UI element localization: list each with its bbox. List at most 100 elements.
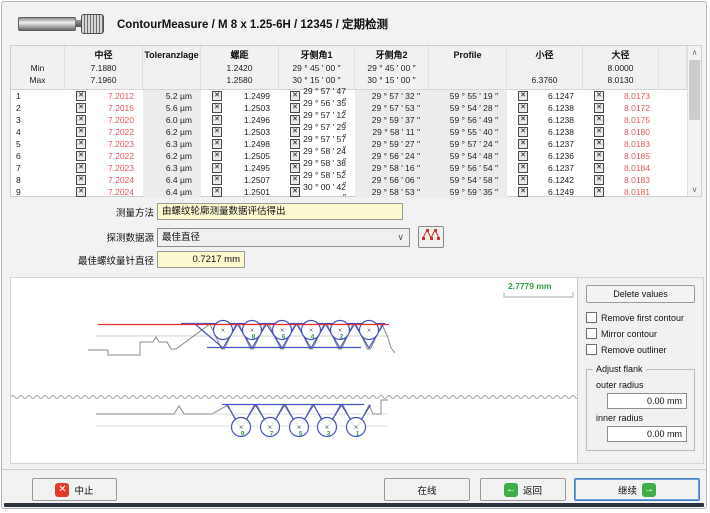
table-cell: 8 [11, 174, 65, 186]
remove-outliner-checkbox[interactable]: Remove outliner [586, 344, 695, 355]
cell-value: 7.2020 [86, 115, 143, 125]
column-title: Profile [429, 49, 506, 62]
cell-value: 6.1238 [528, 115, 583, 125]
checked-checkbox-icon[interactable]: ✕ [212, 103, 222, 113]
checked-checkbox-icon[interactable]: ✕ [212, 115, 222, 125]
back-button[interactable]: ←返回 [480, 478, 566, 501]
column-header-filler [659, 46, 687, 90]
probe-source-dropdown[interactable]: 最佳直径∨ [157, 228, 410, 247]
row-filler [659, 126, 687, 138]
scrollbar-thumb[interactable] [689, 60, 700, 120]
column-header[interactable]: 小径6.3760 [507, 46, 583, 90]
chevron-down-icon: ∨ [397, 229, 404, 246]
table-cell: 5.2 µm [143, 90, 201, 102]
checked-checkbox-icon[interactable]: ✕ [290, 139, 300, 149]
table-cell: ✕1.2496 [201, 114, 279, 126]
table-cell: 6.3 µm [143, 162, 201, 174]
checked-checkbox-icon[interactable]: ✕ [594, 91, 604, 101]
checked-checkbox-icon[interactable]: ✕ [594, 115, 604, 125]
cell-value: 6.4 µm [143, 175, 201, 185]
cell-value: 6.2 µm [143, 151, 201, 161]
measurement-method-field[interactable]: 由螺纹轮廓测量数据评估得出 [157, 203, 403, 220]
checkbox-label: Remove first contour [601, 313, 684, 323]
checked-checkbox-icon[interactable]: ✕ [212, 187, 222, 197]
checked-checkbox-icon[interactable]: ✕ [212, 175, 222, 185]
checked-checkbox-icon[interactable]: ✕ [290, 115, 300, 125]
checked-checkbox-icon[interactable]: ✕ [212, 127, 222, 137]
checked-checkbox-icon[interactable]: ✕ [290, 127, 300, 137]
checked-checkbox-icon[interactable]: ✕ [290, 91, 300, 101]
checked-checkbox-icon[interactable]: ✕ [518, 127, 528, 137]
checked-checkbox-icon[interactable]: ✕ [212, 139, 222, 149]
cell-value: 29 ° 56 ' 24 ″ [355, 151, 429, 161]
checked-checkbox-icon[interactable]: ✕ [518, 163, 528, 173]
checked-checkbox-icon[interactable]: ✕ [76, 175, 86, 185]
checked-checkbox-icon[interactable]: ✕ [76, 151, 86, 161]
cell-value: 8.0181 [604, 187, 659, 197]
column-header[interactable]: Profile [429, 46, 507, 90]
table-scrollbar[interactable]: ∧ ∨ [687, 46, 701, 196]
checked-checkbox-icon[interactable]: ✕ [594, 175, 604, 185]
wire-diameter-field[interactable]: 0.7217 mm [157, 251, 245, 268]
continue-button[interactable]: 继续→ [574, 478, 700, 501]
checked-checkbox-icon[interactable]: ✕ [290, 175, 300, 185]
checked-checkbox-icon[interactable]: ✕ [518, 103, 528, 113]
column-header[interactable]: 牙侧角129 ° 45 ' 00 ″30 ° 15 ' 00 ″ [279, 46, 355, 90]
checked-checkbox-icon[interactable]: ✕ [76, 163, 86, 173]
cell-value: 8.0173 [604, 91, 659, 101]
cell-value: 59 ° 55 ' 19 ″ [429, 91, 507, 101]
row-filler [659, 150, 687, 162]
table-cell: 59 ° 54 ' 58 ″ [429, 174, 507, 186]
scroll-up-icon[interactable]: ∧ [688, 46, 701, 59]
online-button[interactable]: 在线 [384, 478, 470, 501]
column-header[interactable]: 牙侧角229 ° 45 ' 00 ″30 ° 15 ' 00 ″ [355, 46, 429, 90]
checked-checkbox-icon[interactable]: ✕ [518, 115, 528, 125]
column-header[interactable]: 大径8.00008.0130 [583, 46, 659, 90]
wire-diameter-label: 最佳螺纹量针直径 [22, 253, 154, 267]
checked-checkbox-icon[interactable]: ✕ [212, 151, 222, 161]
checked-checkbox-icon[interactable]: ✕ [518, 151, 528, 161]
delete-values-button[interactable]: Delete values [586, 285, 695, 303]
checked-checkbox-icon[interactable]: ✕ [76, 127, 86, 137]
checked-checkbox-icon[interactable]: ✕ [594, 103, 604, 113]
checked-checkbox-icon[interactable]: ✕ [594, 187, 604, 197]
abort-button[interactable]: ✕中止 [32, 478, 117, 501]
checked-checkbox-icon[interactable]: ✕ [290, 187, 300, 197]
checked-checkbox-icon[interactable]: ✕ [594, 163, 604, 173]
checked-checkbox-icon[interactable]: ✕ [76, 187, 86, 197]
checked-checkbox-icon[interactable]: ✕ [76, 91, 86, 101]
checked-checkbox-icon[interactable]: ✕ [76, 115, 86, 125]
cell-value: 59 ° 56 ' 54 ″ [429, 163, 507, 173]
checked-checkbox-icon[interactable]: ✕ [76, 139, 86, 149]
table-cell: ✕1.2503 [201, 102, 279, 114]
inner-radius-input[interactable]: 0.00 mm [607, 426, 687, 442]
probe-visualization-button[interactable] [418, 226, 444, 248]
checked-checkbox-icon[interactable]: ✕ [290, 103, 300, 113]
checked-checkbox-icon[interactable]: ✕ [518, 139, 528, 149]
outer-radius-input[interactable]: 0.00 mm [607, 393, 687, 409]
column-header[interactable]: 中径7.18807.1960 [65, 46, 143, 90]
checked-checkbox-icon[interactable]: ✕ [594, 127, 604, 137]
column-header[interactable]: 螺距1.24201.2580 [201, 46, 279, 90]
table-cell: 6.3 µm [143, 138, 201, 150]
checked-checkbox-icon[interactable]: ✕ [290, 163, 300, 173]
column-limit: 29 ° 45 ' 00 ″ [279, 62, 354, 74]
cell-value: 1.2496 [222, 115, 279, 125]
wire-number-label: 3 [327, 431, 331, 438]
checked-checkbox-icon[interactable]: ✕ [518, 187, 528, 197]
adjust-flank-group: Adjust flank outer radius 0.00 mm inner … [586, 364, 695, 451]
checked-checkbox-icon[interactable]: ✕ [518, 175, 528, 185]
checked-checkbox-icon[interactable]: ✕ [212, 91, 222, 101]
checked-checkbox-icon[interactable]: ✕ [594, 151, 604, 161]
scroll-down-icon[interactable]: ∨ [688, 183, 701, 196]
column-header[interactable]: Toleranzlage [143, 46, 201, 90]
column-header[interactable]: MinMax [11, 46, 65, 90]
checked-checkbox-icon[interactable]: ✕ [518, 91, 528, 101]
checked-checkbox-icon[interactable]: ✕ [212, 163, 222, 173]
table-row[interactable]: 9✕7.20246.4 µm✕1.2501✕30 ° 00 ' 42 ″29 °… [11, 186, 687, 198]
mirror-contour-checkbox[interactable]: Mirror contour [586, 328, 695, 339]
checked-checkbox-icon[interactable]: ✕ [290, 151, 300, 161]
checked-checkbox-icon[interactable]: ✕ [76, 103, 86, 113]
checked-checkbox-icon[interactable]: ✕ [594, 139, 604, 149]
remove-first-contour-checkbox[interactable]: Remove first contour [586, 312, 695, 323]
